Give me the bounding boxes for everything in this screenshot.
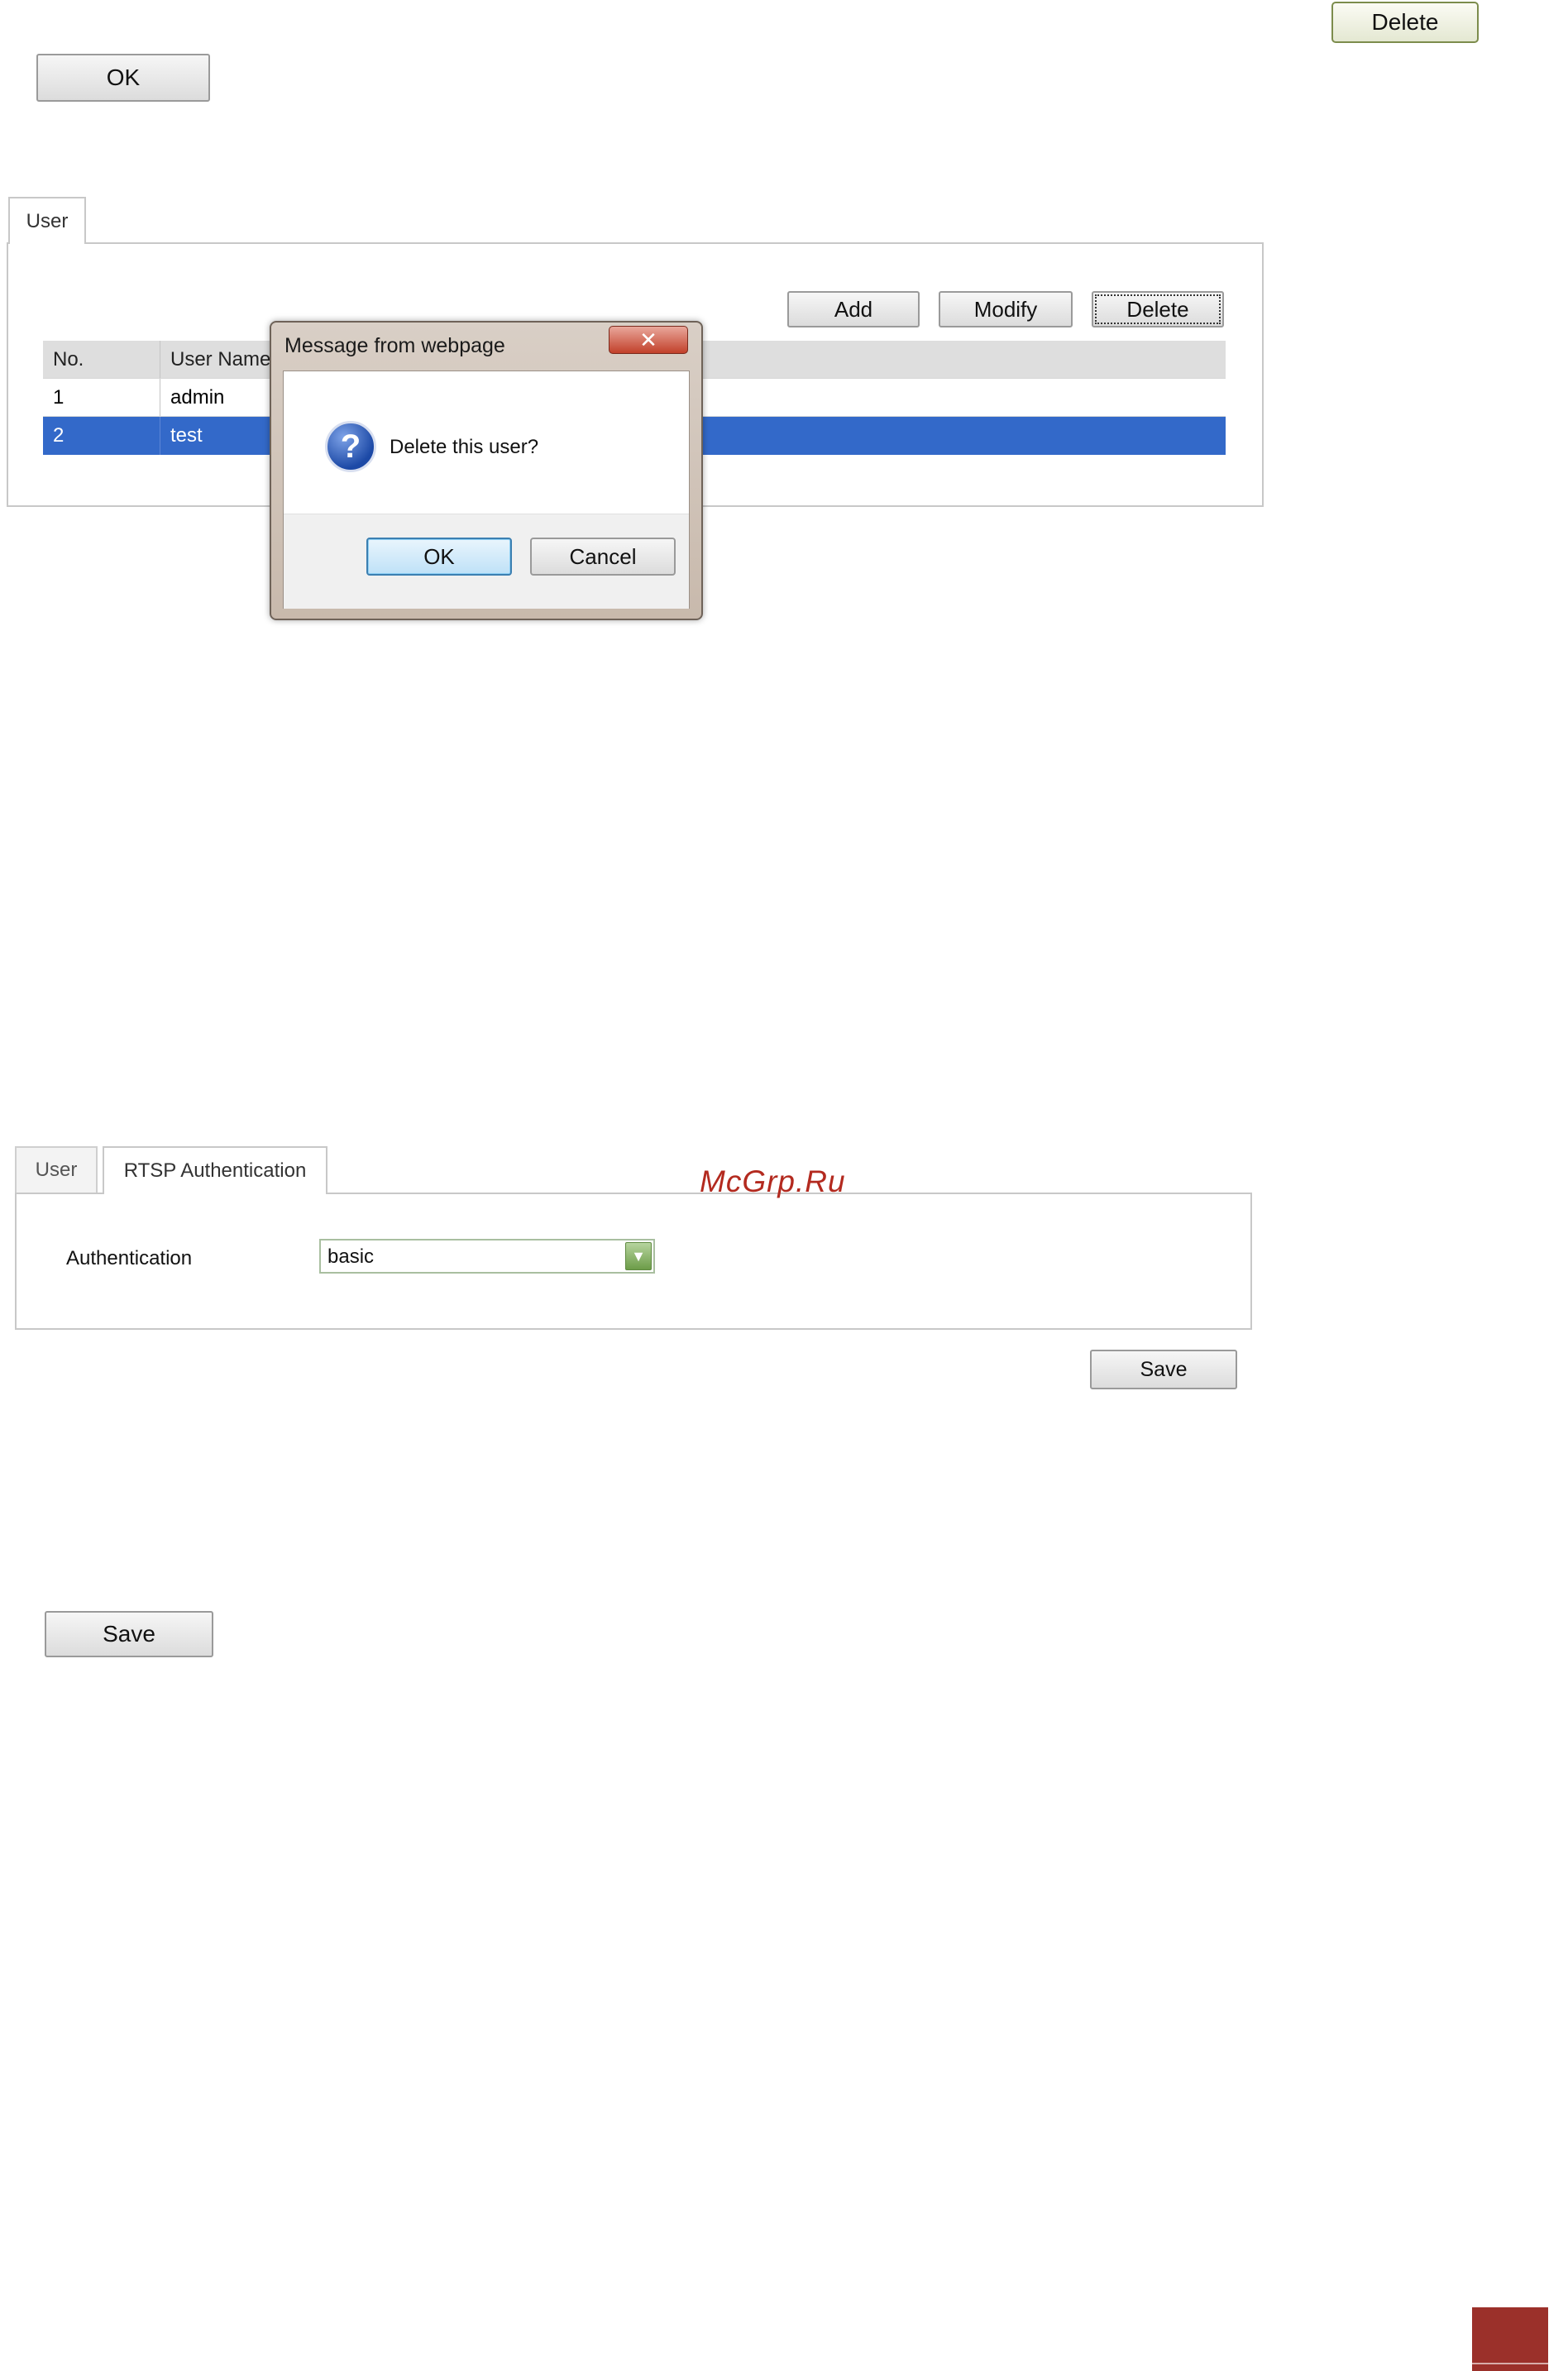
- tab-rtsp-authentication[interactable]: RTSP Authentication: [103, 1146, 327, 1194]
- tab-user[interactable]: User: [15, 1146, 98, 1193]
- page-corner-line: [1472, 2363, 1548, 2364]
- page-corner-tab: [1472, 2307, 1548, 2371]
- dialog-body: ? Delete this user? OK Cancel: [283, 370, 690, 609]
- ok-button-standalone[interactable]: OK: [36, 54, 210, 102]
- delete-button[interactable]: Delete: [1092, 291, 1224, 327]
- dialog-cancel-button[interactable]: Cancel: [530, 538, 676, 576]
- dialog-footer: OK Cancel: [284, 514, 689, 609]
- modify-button[interactable]: Modify: [939, 291, 1073, 327]
- delete-button-standalone[interactable]: Delete: [1331, 2, 1479, 43]
- authentication-select[interactable]: basic ▼: [319, 1239, 655, 1274]
- dialog-message: Delete this user?: [390, 436, 539, 458]
- column-header-no: No.: [43, 341, 160, 378]
- question-icon: ?: [325, 421, 376, 472]
- authentication-label: Authentication: [66, 1247, 193, 1269]
- cell-no: 1: [43, 379, 160, 416]
- tab-user[interactable]: User: [8, 197, 86, 244]
- save-button[interactable]: Save: [1090, 1350, 1237, 1389]
- chevron-down-icon[interactable]: ▼: [625, 1242, 652, 1270]
- authentication-select-value: basic: [327, 1245, 375, 1268]
- confirm-dialog: Message from webpage ✕ ? Delete this use…: [270, 321, 703, 620]
- dialog-title: Message from webpage: [284, 334, 505, 357]
- close-icon[interactable]: ✕: [609, 326, 688, 354]
- watermark-text: McGrp.Ru: [700, 1164, 846, 1198]
- save-button-standalone[interactable]: Save: [45, 1611, 213, 1657]
- cell-no: 2: [43, 417, 160, 455]
- dialog-ok-button[interactable]: OK: [366, 538, 512, 576]
- add-button[interactable]: Add: [787, 291, 920, 327]
